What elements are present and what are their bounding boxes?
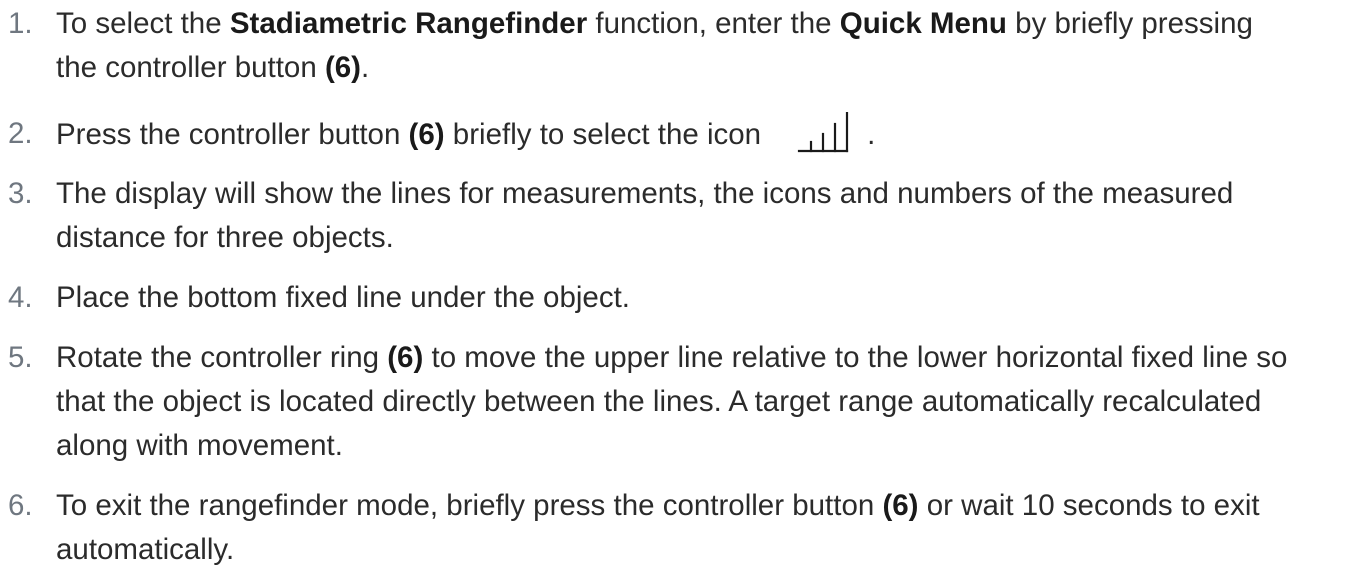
step-text-segment: function, enter the xyxy=(587,7,840,40)
button-reference: (6) xyxy=(408,118,445,151)
button-reference: (6) xyxy=(387,341,424,374)
button-reference: (6) xyxy=(882,489,919,522)
step-text: Press the controller button (6) briefly … xyxy=(56,111,1367,157)
step-text: The display will show the lines for meas… xyxy=(56,172,1276,260)
step-number: 2. xyxy=(8,117,33,150)
step-text: To exit the rangefinder mode, briefly pr… xyxy=(56,484,1356,572)
step-text: To select the Stadiametric Rangefinder f… xyxy=(56,2,1296,90)
step-number: 3. xyxy=(8,177,33,210)
step-text-segment: To select the xyxy=(56,7,230,40)
step-number: 5. xyxy=(8,341,33,374)
step-text-segment: . xyxy=(867,118,876,151)
stadiametric-rangefinder-icon xyxy=(797,111,849,154)
menu-name: Quick Menu xyxy=(839,7,1007,40)
step-text-segment: The display will show the lines for meas… xyxy=(56,177,1234,254)
step-text-segment: Place the bottom fixed line under the ob… xyxy=(56,281,630,314)
feature-name: Stadiametric Rangefinder xyxy=(229,7,588,40)
step-number: 6. xyxy=(8,489,33,522)
button-reference: (6) xyxy=(324,51,362,84)
step-text-segment: briefly to select the icon xyxy=(444,118,762,151)
step-text: Rotate the controller ring (6) to move t… xyxy=(56,336,1296,468)
step-text-segment: . xyxy=(361,51,370,84)
step-text-segment: To exit the rangefinder mode, briefly pr… xyxy=(56,489,883,522)
step-text-segment: Press the controller button xyxy=(56,118,409,151)
step-number: 1. xyxy=(8,7,33,40)
step-text: Place the bottom fixed line under the ob… xyxy=(56,276,1367,320)
step-text-segment: Rotate the controller ring xyxy=(56,341,388,374)
step-number: 4. xyxy=(8,281,33,314)
